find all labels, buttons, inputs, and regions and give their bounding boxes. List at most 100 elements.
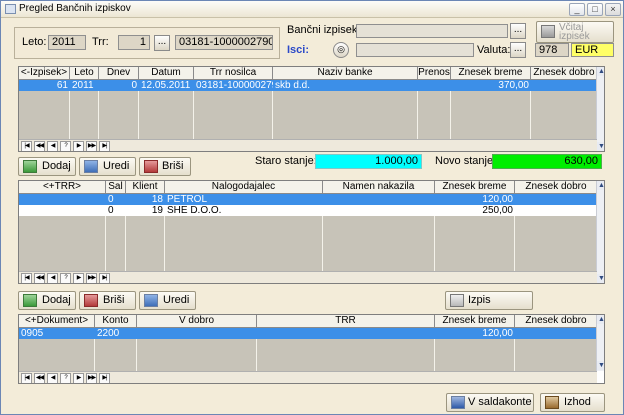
first-record-icon[interactable]: |◀ — [21, 141, 32, 151]
col-dnev[interactable]: Dnev — [99, 67, 139, 80]
table-row[interactable]: 0 19 SHE D.O.O. 250,00 — [19, 205, 597, 216]
cell-datum: 12.05.2011 — [141, 80, 191, 91]
vcitaj-izpisek-button[interactable]: Včitaj izpisek — [536, 21, 614, 43]
cell-konto: 2200 — [97, 328, 120, 339]
last-record-icon[interactable]: ▶| — [99, 141, 110, 151]
col-znesek-dobro[interactable]: Znesek dobro — [515, 181, 597, 194]
col-trr[interactable]: TRR — [257, 315, 435, 328]
prev-record-icon[interactable]: ◀ — [47, 373, 58, 383]
prev-record-icon[interactable]: ◀ — [47, 273, 58, 283]
last-record-icon[interactable]: ▶| — [99, 273, 110, 283]
main-window: Pregled Bančnih izpiskov _ □ × Leto: 201… — [0, 0, 624, 415]
cell-trr — [19, 194, 106, 205]
next-record-icon[interactable]: ▶ — [73, 141, 84, 151]
leto-field[interactable]: 2011 — [48, 35, 86, 50]
staro-stanje-field: 1.000,00 — [315, 154, 422, 169]
minimize-button[interactable]: _ — [569, 3, 585, 16]
col-sal[interactable]: Sal — [106, 181, 126, 194]
vertical-scrollbar[interactable]: ▲ ▼ — [596, 315, 604, 371]
col-naziv-banke[interactable]: Naziv banke — [273, 67, 418, 80]
scroll-up-icon[interactable]: ▲ — [597, 67, 604, 76]
dodaj-trr-button[interactable]: Dodaj — [18, 291, 76, 310]
valuta-lookup-button[interactable]: ... — [510, 42, 526, 58]
cell-breme: 120,00 — [482, 328, 513, 339]
close-button[interactable]: × — [605, 3, 621, 16]
col-znesek-breme[interactable]: Znesek breme — [435, 181, 515, 194]
bancni-lookup-button[interactable]: ... — [510, 23, 526, 39]
col-nalogodajalec[interactable]: Nalogodajalec — [165, 181, 323, 194]
cell-breme: 370,00 — [498, 80, 529, 91]
last-record-icon[interactable]: ▶| — [99, 373, 110, 383]
next-page-icon[interactable]: ▶▶ — [86, 273, 97, 283]
next-page-icon[interactable]: ▶▶ — [86, 373, 97, 383]
dodaj-button[interactable]: Dodaj — [18, 157, 76, 176]
izpis-button[interactable]: Izpis — [445, 291, 533, 310]
delete-icon — [84, 294, 98, 307]
izpiski-table[interactable]: <-Izpisek> Leto Dnev Datum Trr nosilca N… — [18, 66, 605, 152]
prev-page-icon[interactable]: ◀◀ — [34, 373, 45, 383]
help-icon[interactable]: ? — [60, 141, 71, 151]
col-izpisek[interactable]: <-Izpisek> — [19, 67, 70, 80]
col-znesek-dobro[interactable]: Znesek dobro — [515, 315, 597, 328]
edit-icon — [144, 294, 158, 307]
next-record-icon[interactable]: ▶ — [73, 273, 84, 283]
isci-field[interactable] — [356, 43, 474, 57]
uredi-trr-button[interactable]: Uredi — [139, 291, 196, 310]
next-page-icon[interactable]: ▶▶ — [86, 141, 97, 151]
help-icon[interactable]: ? — [60, 373, 71, 383]
col-dokument[interactable]: <+Dokument> — [19, 315, 95, 328]
next-record-icon[interactable]: ▶ — [73, 373, 84, 383]
table-row[interactable]: 0 18 PETROL 120,00 — [19, 194, 597, 205]
col-v-dobro[interactable]: V dobro — [137, 315, 257, 328]
col-datum[interactable]: Datum — [139, 67, 194, 80]
trr-lookup-button[interactable]: ... — [154, 35, 170, 51]
col-znesek-dobro[interactable]: Znesek dobro — [531, 67, 597, 80]
cell-trr: 03181-1000002790 — [196, 80, 273, 91]
table-row[interactable]: 61 2011 0 12.05.2011 03181-1000002790 sk… — [19, 80, 597, 91]
col-znesek-breme[interactable]: Znesek breme — [451, 67, 531, 80]
scroll-down-icon[interactable]: ▼ — [597, 274, 604, 283]
col-prenos[interactable]: Prenos — [418, 67, 451, 80]
prev-page-icon[interactable]: ◀◀ — [34, 141, 45, 151]
first-record-icon[interactable]: |◀ — [21, 373, 32, 383]
col-konto[interactable]: Konto — [95, 315, 137, 328]
prev-record-icon[interactable]: ◀ — [47, 141, 58, 151]
scroll-up-icon[interactable]: ▲ — [597, 181, 604, 190]
first-record-icon[interactable]: |◀ — [21, 273, 32, 283]
v-saldakonte-button[interactable]: V saldakonte — [446, 393, 534, 412]
brisi-button[interactable]: Briši — [139, 157, 191, 176]
scroll-up-icon[interactable]: ▲ — [597, 315, 604, 324]
scroll-down-icon[interactable]: ▼ — [597, 361, 604, 370]
col-namen-nakazila[interactable]: Namen nakazila — [323, 181, 435, 194]
bancni-izpisek-field[interactable] — [356, 24, 508, 38]
search-icon[interactable]: ◎ — [333, 42, 349, 58]
trr-table[interactable]: <+TRR> Sal Klient Nalogodajalec Namen na… — [18, 180, 605, 284]
cell-prenos — [418, 80, 451, 91]
col-klient[interactable]: Klient — [126, 181, 165, 194]
col-leto[interactable]: Leto — [70, 67, 99, 80]
cell-leto: 2011 — [72, 80, 94, 91]
izhod-button[interactable]: Izhod — [540, 393, 605, 412]
vertical-scrollbar[interactable]: ▲ ▼ — [596, 67, 604, 151]
cell-namen — [323, 205, 435, 216]
vertical-scrollbar[interactable]: ▲ ▼ — [596, 181, 604, 283]
trr-field[interactable]: 1 — [118, 35, 150, 50]
col-trr-nosilca[interactable]: Trr nosilca — [194, 67, 273, 80]
scroll-down-icon[interactable]: ▼ — [597, 142, 604, 151]
uredi-button[interactable]: Uredi — [79, 157, 136, 176]
valuta-code-field: 978 — [535, 43, 569, 57]
maximize-button[interactable]: □ — [587, 3, 603, 16]
table-row[interactable]: 0905 2200 120,00 — [19, 328, 597, 339]
brisi-trr-button[interactable]: Briši — [79, 291, 136, 310]
leto-label: Leto: — [22, 36, 47, 48]
col-trr[interactable]: <+TRR> — [19, 181, 106, 194]
help-icon[interactable]: ? — [60, 273, 71, 283]
dodaj-label: Dodaj — [42, 294, 71, 306]
trr-account-field: 03181-1000002790 — [175, 35, 273, 50]
cell-dobro — [531, 80, 597, 91]
prev-page-icon[interactable]: ◀◀ — [34, 273, 45, 283]
cell-namen — [323, 194, 435, 205]
col-znesek-breme[interactable]: Znesek breme — [435, 315, 515, 328]
cell-dobro — [515, 328, 597, 339]
dokument-table[interactable]: <+Dokument> Konto V dobro TRR Znesek bre… — [18, 314, 605, 384]
